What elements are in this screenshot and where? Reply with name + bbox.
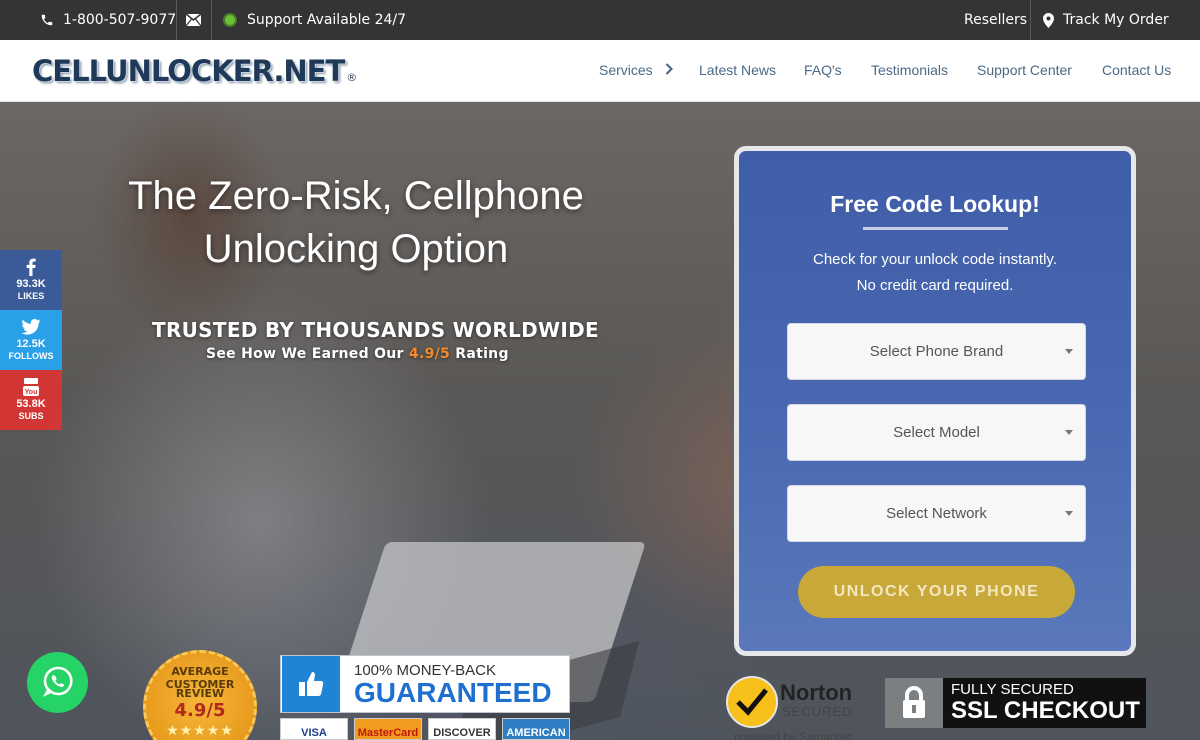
seal-review-label: REVIEW <box>175 687 225 700</box>
youtube-icon: You <box>0 376 62 398</box>
phone-number: 1-800-507-9077 <box>63 12 177 28</box>
model-select[interactable]: Select Model <box>787 404 1086 461</box>
resellers-label: Resellers <box>964 12 1028 28</box>
facebook-icon <box>0 256 62 278</box>
norton-secured-badge[interactable]: Norton SECURED powered by Symantec <box>724 668 858 740</box>
hero-title: The Zero-Risk, Cellphone Unlocking Optio… <box>100 170 612 276</box>
norton-name: Norton <box>780 680 853 705</box>
hero-title-line2: Unlocking Option <box>203 227 509 271</box>
ssl-text: FULLY SECURED SSL CHECKOUT <box>951 682 1140 724</box>
nav-faq[interactable]: FAQ's <box>804 62 842 78</box>
seal-score: 4.9/5 <box>174 700 226 721</box>
hero-rating-line[interactable]: See How We Earned Our 4.9/5 Rating <box>206 346 509 362</box>
twitter-follow-button[interactable]: 12.5K FOLLOWS <box>0 310 62 370</box>
ssl-line1: FULLY SECURED <box>951 681 1074 698</box>
discover-logo: DISCOVER <box>428 718 496 740</box>
registered-mark: ® <box>346 71 357 84</box>
lookup-title: Free Code Lookup! <box>830 191 1040 217</box>
hero-trusted-heading: TRUSTED BY THOUSANDS WORLDWIDE <box>152 318 599 342</box>
divider <box>211 0 212 40</box>
logo-text: CELLUNLOCKER.NET <box>32 54 345 88</box>
twitter-unit: FOLLOWS <box>8 351 54 361</box>
envelope-icon <box>186 14 201 26</box>
unlock-phone-button[interactable]: UNLOCK YOUR PHONE <box>798 566 1075 618</box>
visa-logo: VISA <box>280 718 348 740</box>
title-underline <box>863 227 1008 230</box>
model-placeholder: Select Model <box>893 424 980 441</box>
guarantee-text: 100% MONEY-BACK GUARANTEED <box>354 662 552 707</box>
rating-prefix: See How We Earned Our <box>206 346 409 362</box>
whatsapp-chat-button[interactable] <box>27 652 88 713</box>
nav-contact-us[interactable]: Contact Us <box>1102 62 1171 78</box>
network-select[interactable]: Select Network <box>787 485 1086 542</box>
track-order-label: Track My Order <box>1063 12 1169 28</box>
top-bar: 1-800-507-9077 Support Available 24/7 Re… <box>0 0 1200 40</box>
phone-link[interactable]: 1-800-507-9077 <box>40 0 176 40</box>
facebook-share-button[interactable]: 93.3K LIKES <box>0 250 62 310</box>
hero-title-line1: The Zero-Risk, Cellphone <box>128 174 584 218</box>
nav-services[interactable]: Services <box>599 62 673 78</box>
mastercard-logo: MasterCard <box>354 718 422 740</box>
youtube-unit: SUBS <box>18 411 44 421</box>
email-link[interactable] <box>186 0 201 40</box>
main-nav: CELLUNLOCKER.NET ® Services Latest News F… <box>0 40 1200 102</box>
norton-secured: SECURED <box>782 704 853 719</box>
lookup-subtitle-line2: No credit card required. <box>856 277 1014 294</box>
divider <box>176 0 177 40</box>
facebook-count: 93.3K <box>16 278 46 290</box>
youtube-count: 53.8K <box>16 398 46 410</box>
caret-down-icon <box>1065 349 1073 354</box>
thumbs-up-icon <box>282 656 340 712</box>
whatsapp-icon <box>41 664 75 702</box>
code-lookup-form: Free Code Lookup! Check for your unlock … <box>734 146 1136 656</box>
twitter-icon <box>0 316 62 338</box>
norton-powered-by: powered by Symantec <box>734 730 853 740</box>
chevron-right-icon <box>665 62 673 78</box>
facebook-unit: LIKES <box>17 291 45 301</box>
amex-logo: AMERICAN <box>502 718 570 740</box>
seal-stars: ★★★★★ <box>166 723 234 739</box>
money-back-guarantee-badge: 100% MONEY-BACK GUARANTEED <box>280 655 570 713</box>
payment-cards: VISA MasterCard DISCOVER AMERICAN <box>280 718 570 740</box>
padlock-icon <box>885 678 943 728</box>
guarantee-line1: 100% MONEY-BACK <box>354 661 497 679</box>
nav-services-label: Services <box>599 62 653 78</box>
nav-testimonials[interactable]: Testimonials <box>871 62 948 78</box>
site-logo[interactable]: CELLUNLOCKER.NET ® <box>32 54 357 88</box>
caret-down-icon <box>1065 511 1073 516</box>
rating-suffix: Rating <box>450 346 509 362</box>
caret-down-icon <box>1065 430 1073 435</box>
phone-icon <box>40 13 54 27</box>
twitter-count: 12.5K <box>16 338 46 350</box>
ssl-checkout-badge: FULLY SECURED SSL CHECKOUT <box>885 678 1146 728</box>
nav-support-center[interactable]: Support Center <box>977 62 1072 78</box>
online-status-icon <box>225 15 235 25</box>
svg-text:You: You <box>25 389 38 396</box>
lookup-subtitle-line1: Check for your unlock code instantly. <box>812 251 1057 268</box>
guarantee-line2: GUARANTEED <box>354 676 552 708</box>
rating-score: 4.9/5 <box>408 346 451 362</box>
nav-latest-news[interactable]: Latest News <box>699 62 776 78</box>
lookup-subtitle: Check for your unlock code instantly. No… <box>739 247 1131 299</box>
support-label: Support Available 24/7 <box>247 12 407 28</box>
network-placeholder: Select Network <box>886 505 987 522</box>
resellers-link[interactable]: Resellers <box>964 0 1027 40</box>
youtube-subscribe-button[interactable]: You 53.8K SUBS <box>0 370 62 430</box>
divider <box>1030 0 1031 40</box>
phone-brand-placeholder: Select Phone Brand <box>869 343 1004 360</box>
ssl-line2: SSL CHECKOUT <box>951 697 1140 724</box>
checkmark-icon <box>726 676 778 728</box>
map-pin-icon <box>1043 12 1054 28</box>
phone-brand-select[interactable]: Select Phone Brand <box>787 323 1086 380</box>
support-status: Support Available 24/7 <box>225 0 406 40</box>
track-order-link[interactable]: Track My Order <box>1043 0 1169 40</box>
